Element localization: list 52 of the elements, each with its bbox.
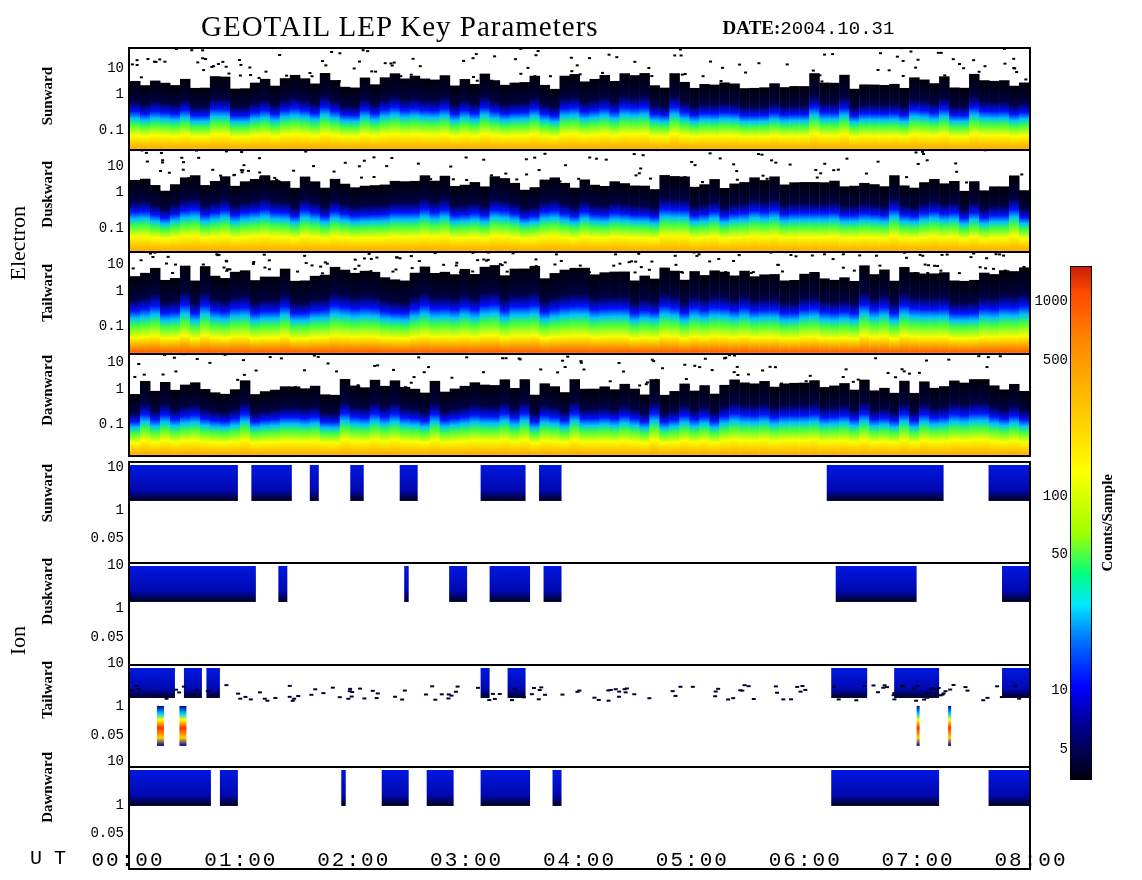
panel-label: Dawnward — [38, 355, 56, 427]
panel-label: Tailward — [38, 263, 56, 322]
time-tick-label: 05:00 — [655, 849, 729, 872]
axis-tick-label: 10 — [107, 655, 124, 672]
axis-tick-label: 10 — [107, 256, 124, 273]
color-scale-tick-label: 5 — [1059, 741, 1068, 758]
group-label: Electron — [5, 206, 31, 281]
axis-tick-label: 0.05 — [90, 628, 124, 645]
axis-tick-label: 10 — [107, 59, 124, 76]
axis-tick-label: 10 — [107, 157, 124, 174]
axis-tick-label: 0.1 — [98, 121, 124, 138]
color-scale-title: Counts/Sample — [1098, 474, 1116, 572]
time-tick-label: 04:00 — [543, 849, 616, 872]
panel-label: Tailward — [38, 660, 56, 719]
color-scale-tick-label: 50 — [1051, 546, 1068, 563]
axis-tick-label: 10 — [107, 556, 124, 573]
color-scale-tick-label: 100 — [1042, 487, 1068, 504]
panel-label: Duskward — [38, 161, 56, 228]
time-tick-label: 01:00 — [204, 849, 278, 872]
chart-title: GEOTAIL LEP Key Parameters — [201, 10, 599, 43]
panel-label: Sunward — [38, 66, 56, 126]
date-value: 2004.10.31 — [780, 18, 895, 40]
axis-tick-label: 0.1 — [98, 318, 124, 334]
date-label: DATE: — [722, 17, 781, 39]
axis-tick-label: 1 — [115, 86, 124, 103]
axis-tick-label: 1 — [115, 501, 124, 518]
axis-tick-label: 0.1 — [98, 416, 124, 433]
time-axis-label: U T — [30, 847, 66, 870]
panel-label: Dawnward — [38, 752, 56, 824]
axis-tick-label: 0.05 — [90, 530, 124, 547]
axis-tick-label: 1 — [115, 282, 124, 299]
axis-tick-label: 1 — [115, 698, 124, 715]
time-tick-label: 07:00 — [881, 849, 955, 872]
axis-tick-label: 10 — [107, 458, 124, 475]
axis-tick-label: 1 — [115, 600, 124, 617]
color-scale-tick-label: 10 — [1051, 682, 1068, 699]
color-scale-tick-label: 1000 — [1034, 293, 1068, 309]
axis-tick-label: 10 — [107, 753, 124, 770]
axis-tick-label: 10 — [107, 354, 124, 371]
color-scale-tick-label: 500 — [1042, 351, 1068, 368]
time-tick-label: 02:00 — [317, 849, 391, 872]
group-label: Ion — [5, 625, 31, 656]
axis-tick-label: 1 — [115, 380, 124, 397]
axis-tick-label: 0.05 — [90, 825, 124, 842]
axis-tick-label: 1 — [115, 796, 124, 813]
axis-tick-label: 0.05 — [90, 726, 124, 743]
axis-tick-label: 0.1 — [98, 219, 124, 236]
axis-tick-label: 1 — [115, 184, 124, 201]
time-tick-label: 06:00 — [768, 849, 842, 872]
time-tick-label: 03:00 — [430, 849, 504, 872]
panel-label: Duskward — [38, 558, 56, 625]
panel-label: Sunward — [38, 463, 56, 523]
